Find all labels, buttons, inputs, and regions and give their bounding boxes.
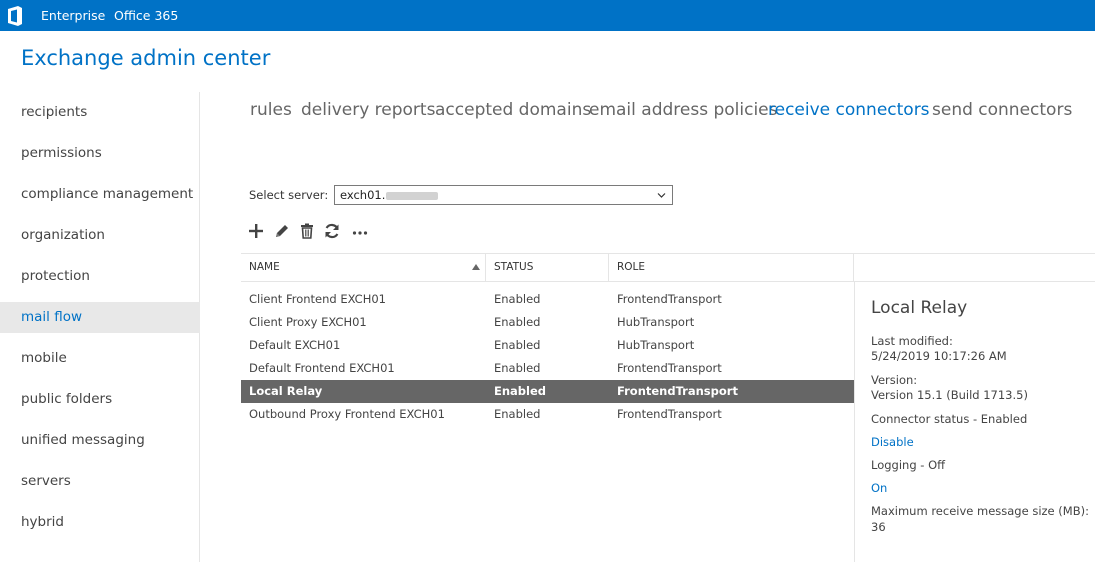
row-status: Enabled	[494, 384, 547, 398]
row-role: FrontendTransport	[617, 361, 722, 375]
row-role: HubTransport	[617, 338, 695, 352]
row-role: HubTransport	[617, 315, 695, 329]
nav-item-mail-flow[interactable]: mail flow	[0, 302, 200, 333]
tab-delivery-reports[interactable]: delivery reports	[301, 100, 435, 120]
row-name: Client Proxy EXCH01	[249, 315, 367, 329]
tab-receive-connectors[interactable]: receive connectors	[768, 100, 930, 120]
office365-link[interactable]: Office 365	[114, 8, 178, 23]
connector-status: Connector status - Enabled	[871, 412, 1028, 426]
row-status: Enabled	[494, 361, 541, 375]
more-icon[interactable]	[351, 222, 369, 240]
row-name: Default EXCH01	[249, 338, 341, 352]
version-label: Version:	[871, 373, 918, 387]
refresh-icon[interactable]	[323, 222, 341, 240]
table-row[interactable]: Outbound Proxy Frontend EXCH01 Enabled F…	[241, 403, 854, 426]
app-title: Exchange admin center	[21, 46, 271, 70]
redacted-server-name	[386, 191, 439, 200]
column-divider[interactable]	[608, 254, 609, 281]
nav-item-permissions[interactable]: permissions	[0, 138, 200, 169]
row-name: Default Frontend EXCH01	[249, 361, 395, 375]
top-bar: Enterprise Office 365	[0, 0, 1095, 31]
server-select-value: exch01.	[340, 188, 386, 202]
row-status: Enabled	[494, 315, 541, 329]
table-row[interactable]: Default EXCH01 Enabled HubTransport	[241, 334, 854, 357]
row-name: Local Relay	[249, 384, 323, 398]
row-role: FrontendTransport	[617, 292, 722, 306]
max-message-size-label: Maximum receive message size (MB):	[871, 504, 1089, 518]
nav-item-hybrid[interactable]: hybrid	[0, 507, 200, 538]
nav-item-compliance-management[interactable]: compliance management	[0, 179, 200, 210]
chevron-down-icon	[657, 193, 666, 198]
row-name: Client Frontend EXCH01	[249, 292, 386, 306]
logging-on-link[interactable]: On	[871, 481, 887, 495]
server-select[interactable]: exch01.	[334, 185, 673, 205]
nav-item-protection[interactable]: protection	[0, 261, 200, 292]
column-header-status[interactable]: STATUS	[494, 254, 533, 281]
edit-icon[interactable]	[273, 222, 291, 240]
row-status: Enabled	[494, 407, 541, 421]
select-server-label: Select server:	[249, 188, 329, 202]
last-modified-value: 5/24/2019 10:17:26 AM	[871, 349, 1007, 363]
nav-item-recipients[interactable]: recipients	[0, 97, 200, 128]
enterprise-link[interactable]: Enterprise	[41, 8, 105, 23]
disable-link[interactable]: Disable	[871, 435, 914, 449]
nav-item-unified-messaging[interactable]: unified messaging	[0, 425, 200, 456]
nav-item-public-folders[interactable]: public folders	[0, 384, 200, 415]
table-row[interactable]: Default Frontend EXCH01 Enabled Frontend…	[241, 357, 854, 380]
delete-icon[interactable]	[298, 222, 316, 240]
last-modified-label: Last modified:	[871, 334, 953, 348]
max-message-size-value: 36	[871, 520, 886, 534]
sort-ascending-icon[interactable]	[472, 264, 480, 270]
office-logo-icon[interactable]	[4, 4, 26, 28]
nav-item-organization[interactable]: organization	[0, 220, 200, 251]
tab-rules[interactable]: rules	[250, 100, 292, 120]
row-name: Outbound Proxy Frontend EXCH01	[249, 407, 445, 421]
column-header-name[interactable]: NAME	[249, 254, 280, 281]
details-title: Local Relay	[871, 298, 968, 318]
row-role: FrontendTransport	[617, 384, 738, 398]
left-nav: recipients permissions compliance manage…	[0, 92, 200, 562]
row-status: Enabled	[494, 292, 541, 306]
version-value: Version 15.1 (Build 1713.5)	[871, 388, 1028, 402]
nav-item-servers[interactable]: servers	[0, 466, 200, 497]
details-pane: Local Relay Last modified: 5/24/2019 10:…	[854, 282, 1095, 562]
tab-email-address-policies[interactable]: email address policies	[589, 100, 778, 120]
column-divider[interactable]	[485, 254, 486, 281]
tab-accepted-domains[interactable]: accepted domains	[435, 100, 591, 120]
table-row-selected[interactable]: Local Relay Enabled FrontendTransport	[241, 380, 854, 403]
table-header: NAME STATUS ROLE	[241, 253, 1095, 282]
add-icon[interactable]	[247, 222, 265, 240]
logging-status: Logging - Off	[871, 458, 946, 472]
table-row[interactable]: Client Proxy EXCH01 Enabled HubTransport	[241, 311, 854, 334]
tab-send-connectors[interactable]: send connectors	[932, 100, 1072, 120]
row-role: FrontendTransport	[617, 407, 722, 421]
nav-item-mobile[interactable]: mobile	[0, 343, 200, 374]
table-row[interactable]: Client Frontend EXCH01 Enabled FrontendT…	[241, 288, 854, 311]
column-divider[interactable]	[853, 254, 854, 281]
row-status: Enabled	[494, 338, 541, 352]
column-header-role[interactable]: ROLE	[617, 254, 645, 281]
